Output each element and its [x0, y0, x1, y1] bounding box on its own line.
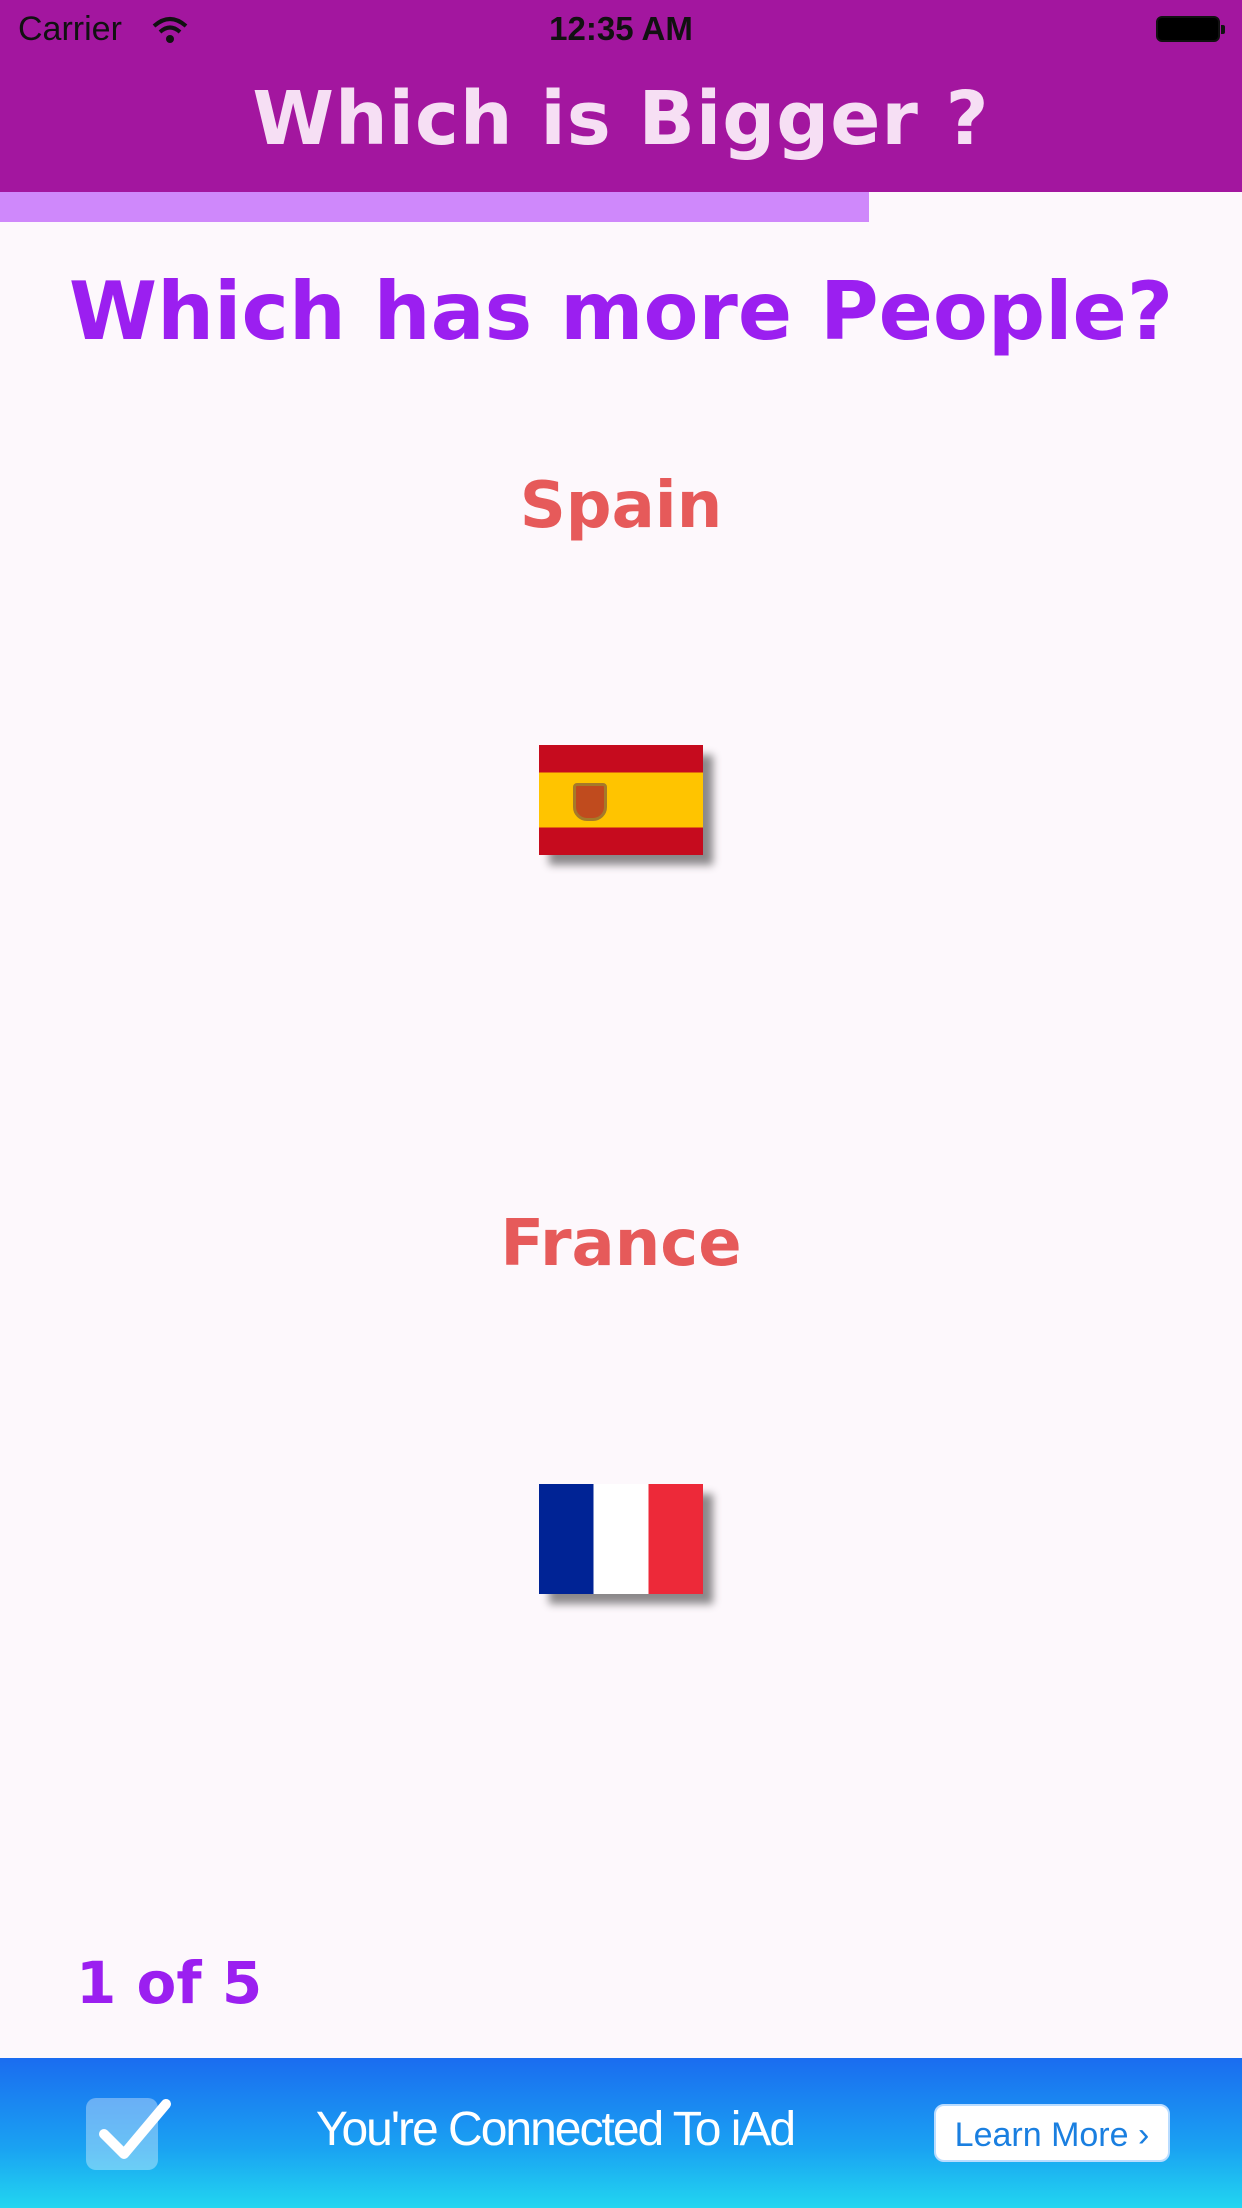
learn-more-button[interactable]: Learn More › [934, 2104, 1170, 2162]
progress-bar [0, 192, 1242, 222]
iad-banner[interactable]: You're Connected To iAd Learn More › [0, 2058, 1242, 2208]
question-counter: 1 of 5 [76, 1949, 263, 2017]
option-france[interactable]: France [0, 1204, 1242, 1614]
chevron-right-icon: › [1138, 2116, 1150, 2154]
status-time: 12:35 AM [549, 10, 693, 47]
spain-flag-icon[interactable] [539, 745, 703, 855]
learn-more-label: Learn More [954, 2116, 1129, 2154]
spain-crest-icon [573, 783, 607, 821]
france-flag-icon[interactable] [539, 1484, 703, 1594]
progress-fill [0, 192, 870, 222]
status-bar: Carrier 12:35 AM [0, 0, 1242, 60]
question-text: Which has more People? [68, 265, 1174, 358]
option-spain[interactable]: Spain [0, 466, 1242, 876]
country-name-france: France [500, 1207, 742, 1281]
battery-icon [1156, 16, 1225, 42]
header-bar: Carrier 12:35 AM Which is Bigger ? [0, 0, 1242, 192]
app-title: Which is Bigger ? [252, 76, 990, 162]
country-name-spain: Spain [519, 469, 723, 543]
